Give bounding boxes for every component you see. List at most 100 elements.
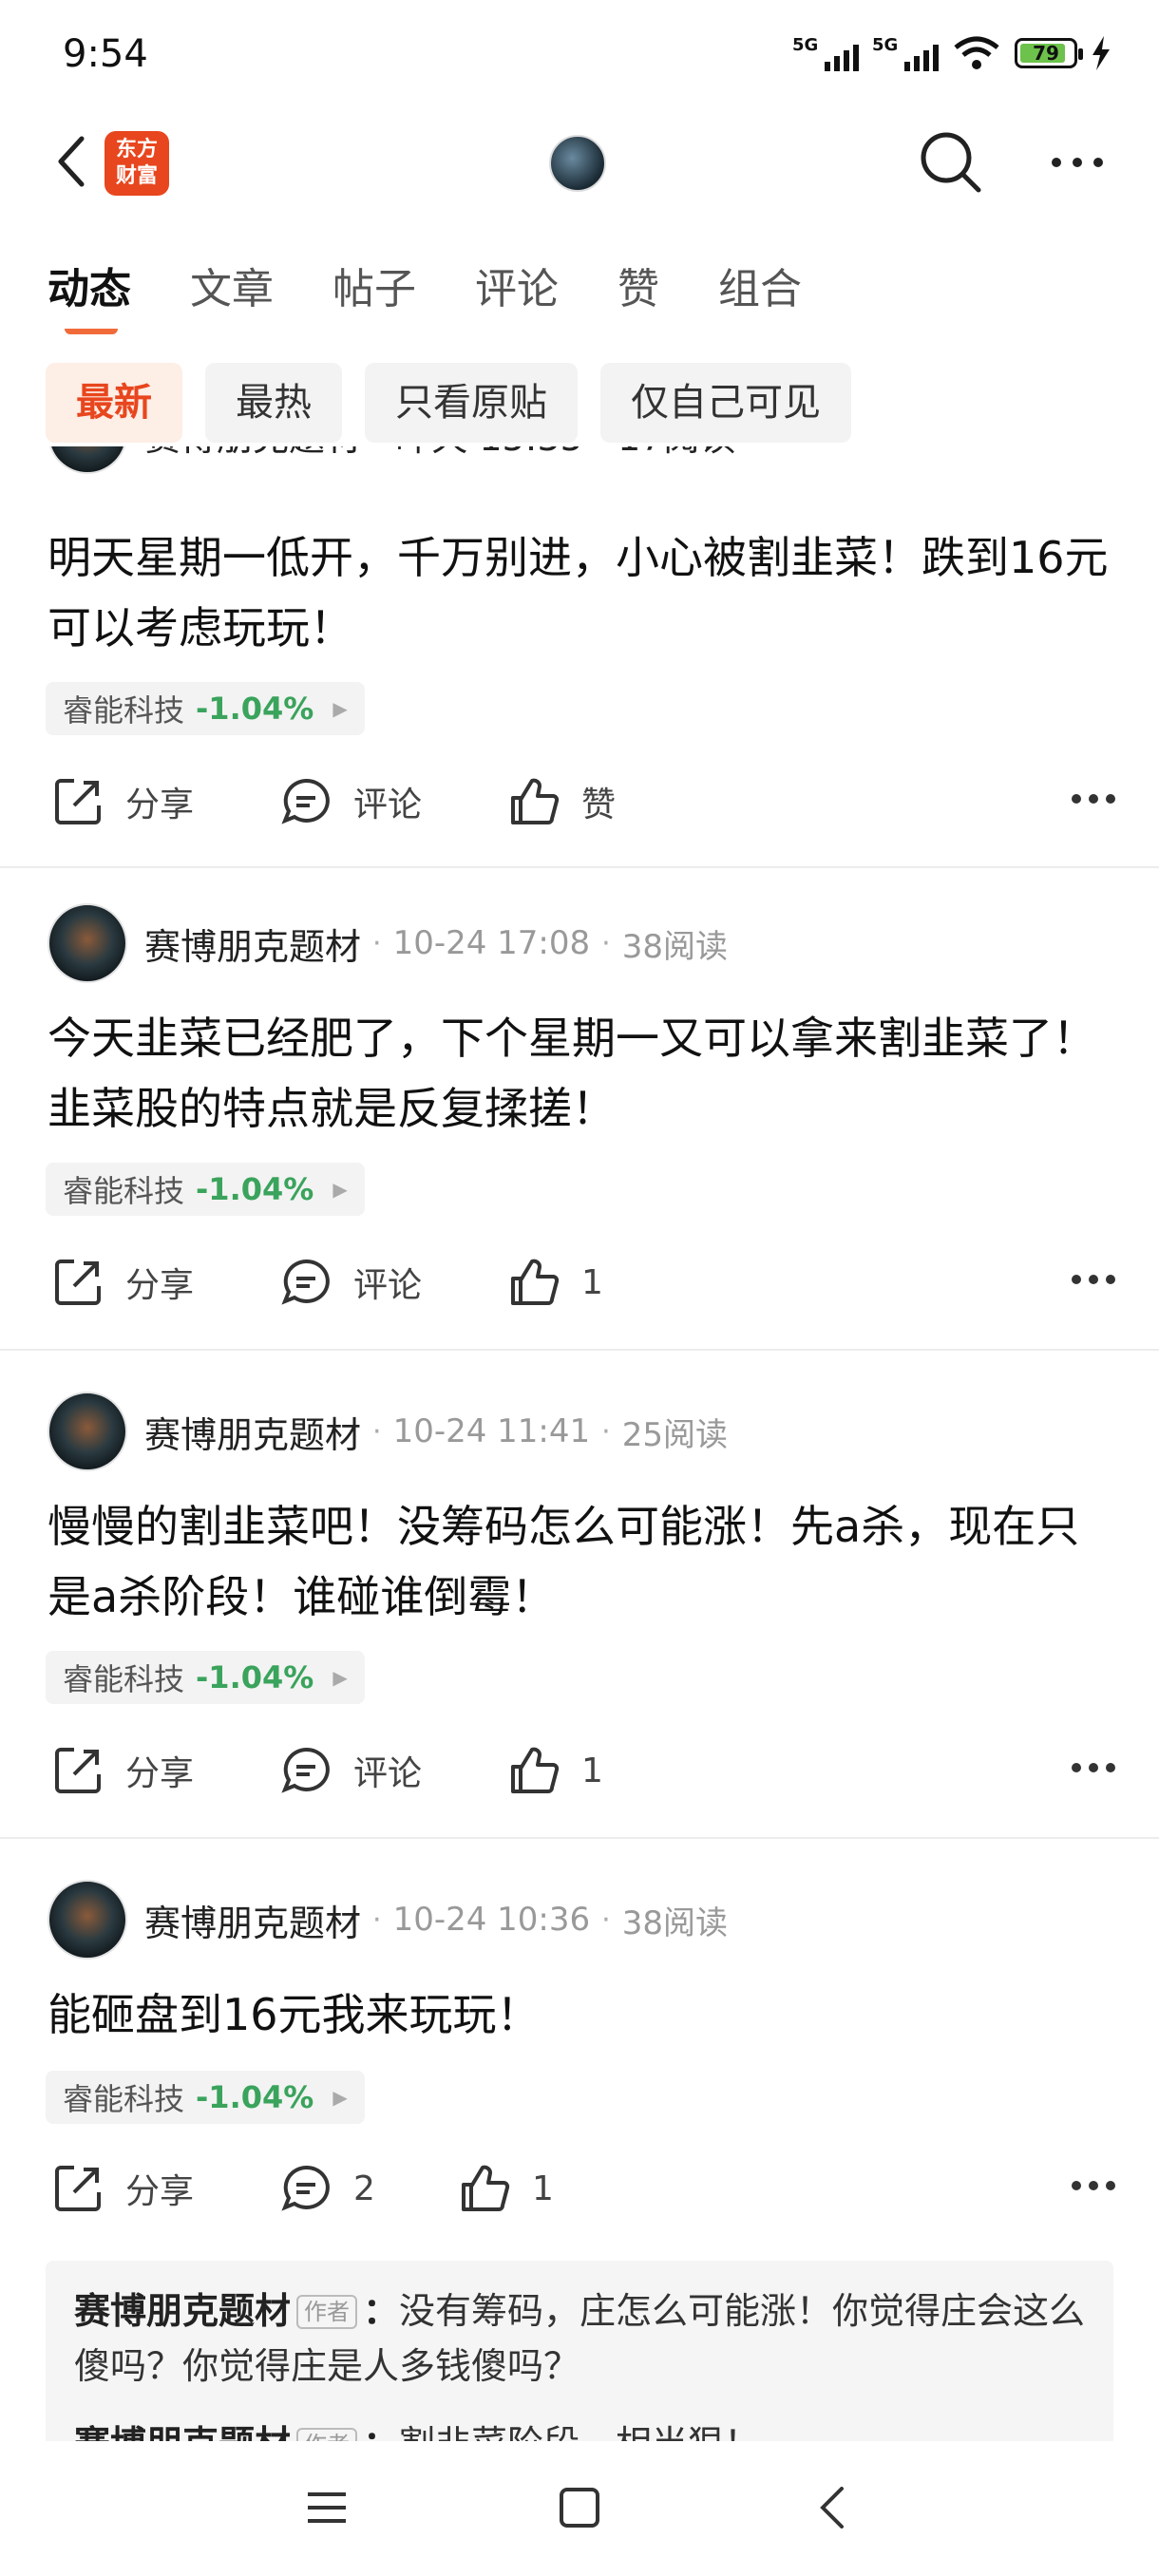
author-avatar[interactable] <box>48 1880 127 1960</box>
author-name[interactable]: 赛博朋克题材 <box>144 1406 361 1458</box>
like-button[interactable]: 1 <box>458 2162 554 2215</box>
user-avatar[interactable] <box>549 135 606 192</box>
reply-item[interactable]: 赛博朋克题材 作者 ：没有筹码，庄怎么可能涨！你觉得庄会这么傻吗？你觉得庄是人多钱傻… <box>74 2283 1091 2394</box>
battery-icon: 79 <box>1015 38 1083 68</box>
comment-button[interactable]: 2 <box>279 2162 375 2215</box>
comment-preview[interactable]: 赛博朋克题材 作者 ：没有筹码，庄怎么可能涨！你觉得庄会这么傻吗？你觉得庄是人多钱傻… <box>46 2261 1113 2451</box>
post-time: 10-24 17:08 <box>392 924 591 962</box>
recent-apps-icon[interactable] <box>306 2487 348 2529</box>
tab-articles[interactable]: 文章 <box>190 255 274 315</box>
share-button[interactable]: 分享 <box>51 775 194 828</box>
system-nav-bar <box>0 2441 1159 2576</box>
share-icon <box>55 1748 101 1793</box>
filter-original-only[interactable]: 只看原贴 <box>365 363 578 443</box>
author-tag: 作者 <box>296 2295 358 2329</box>
caret-right-icon: ▶ <box>332 2086 348 2109</box>
filter-latest[interactable]: 最新 <box>46 363 182 443</box>
more-options-icon[interactable] <box>1049 139 1106 186</box>
back-nav-icon[interactable] <box>813 2487 855 2529</box>
post-actions: 分享 2 1 <box>51 2162 1115 2228</box>
thumbs-up-icon <box>462 2165 510 2211</box>
stock-tag[interactable]: 睿能科技 -1.04% ▶ <box>46 2071 365 2124</box>
home-icon[interactable] <box>559 2487 600 2529</box>
tab-dynamic[interactable]: 动态 <box>48 255 131 334</box>
comment-button[interactable]: 评论 <box>279 1256 422 1309</box>
thumbs-up-icon <box>511 1747 560 1793</box>
comment-button[interactable]: 评论 <box>279 775 422 828</box>
author-name[interactable]: 赛博朋克题材 <box>144 918 361 970</box>
divider <box>0 1837 1159 1839</box>
post-time: 10-24 11:41 <box>392 1412 591 1450</box>
more-options-icon[interactable] <box>1072 1761 1115 1774</box>
stock-tag[interactable]: 睿能科技 -1.04% ▶ <box>46 682 365 735</box>
wifi-icon <box>954 36 999 69</box>
search-icon[interactable] <box>918 129 984 196</box>
like-button[interactable]: 1 <box>507 1256 603 1309</box>
filter-private[interactable]: 仅自己可见 <box>600 363 851 443</box>
content-tabs: 动态 文章 帖子 评论 赞 组合 <box>48 255 802 334</box>
post-meta: 赛博朋克题材 · 10-24 11:41 · 25阅读 <box>48 1391 728 1472</box>
tab-posts[interactable]: 帖子 <box>332 255 416 315</box>
stock-change: -1.04% <box>196 2079 314 2115</box>
author-avatar[interactable] <box>48 1392 127 1471</box>
share-icon <box>55 2166 101 2211</box>
post-content[interactable]: 今天韭菜已经肥了，下个星期一又可以拿来割韭菜了！韭菜股的特点就是反复揉搓！ <box>48 1003 1121 1144</box>
comment-icon <box>281 2165 330 2211</box>
comment-icon <box>281 1747 330 1793</box>
comment-icon <box>281 778 330 824</box>
more-options-icon[interactable] <box>1072 2179 1115 2192</box>
stock-name: 睿能科技 <box>63 1173 185 1209</box>
author-avatar[interactable] <box>48 446 127 474</box>
post-reads: 38阅读 <box>621 1904 728 1942</box>
stock-tag[interactable]: 睿能科技 -1.04% ▶ <box>46 1651 365 1704</box>
stock-name: 睿能科技 <box>63 2081 185 2117</box>
post-meta: 赛博朋克题材 · 10-24 10:36 · 38阅读 <box>48 1879 728 1960</box>
comment-icon <box>281 1259 330 1305</box>
filter-chips: 最新 最热 只看原贴 仅自己可见 <box>46 363 851 443</box>
post-content[interactable]: 慢慢的割韭菜吧！没筹码怎么可能涨！先a杀，现在只是a杀阶段！谁碰谁倒霉！ <box>48 1491 1121 1632</box>
tab-comments[interactable]: 评论 <box>475 255 559 315</box>
divider <box>0 1349 1159 1351</box>
caret-right-icon: ▶ <box>332 1178 348 1201</box>
app-logo: 东方 财富 <box>104 131 169 196</box>
share-button[interactable]: 分享 <box>51 2162 194 2215</box>
thumbs-up-icon <box>511 778 560 824</box>
post-reads: 25阅读 <box>621 1415 728 1454</box>
post-meta-partial: 赛博朋克题材 · 昨天 15:35 · 17阅读 <box>144 446 735 461</box>
post-actions: 分享 评论 1 <box>51 1744 1115 1810</box>
share-button[interactable]: 分享 <box>51 1744 194 1797</box>
post-time: 10-24 10:36 <box>392 1901 591 1939</box>
tab-portfolio[interactable]: 组合 <box>718 255 802 315</box>
tab-likes[interactable]: 赞 <box>618 255 659 315</box>
post-reads: 38阅读 <box>621 927 728 966</box>
filter-hottest[interactable]: 最热 <box>205 363 342 443</box>
post-actions: 分享 评论 1 <box>51 1256 1115 1322</box>
more-options-icon[interactable] <box>1072 1273 1115 1286</box>
post-actions: 分享 评论 赞 <box>51 775 1115 842</box>
stock-name: 睿能科技 <box>63 692 185 729</box>
caret-right-icon: ▶ <box>332 1666 348 1689</box>
stock-name: 睿能科技 <box>63 1661 185 1697</box>
more-options-icon[interactable] <box>1072 792 1115 805</box>
caret-right-icon: ▶ <box>332 697 348 720</box>
cellular-signal-icon: 5G <box>792 35 859 71</box>
stock-change: -1.04% <box>196 1659 314 1695</box>
like-button[interactable]: 赞 <box>507 775 616 828</box>
like-button[interactable]: 1 <box>507 1744 603 1797</box>
top-app-bar: 东方 财富 <box>0 104 1159 218</box>
comment-button[interactable]: 评论 <box>279 1744 422 1797</box>
author-name[interactable]: 赛博朋克题材 <box>144 1894 361 1946</box>
post-meta: 赛博朋克题材 · 10-24 17:08 · 38阅读 <box>48 902 728 984</box>
back-arrow-icon[interactable] <box>46 133 103 190</box>
status-icons: 5G 5G 79 <box>792 34 1112 72</box>
post-content[interactable]: 能砸盘到16元我来玩玩！ <box>48 1979 1121 2050</box>
post-content[interactable]: 明天星期一低开，千万别进，小心被割韭菜！跌到16元可以考虑玩玩！ <box>48 522 1121 663</box>
author-avatar[interactable] <box>48 903 127 983</box>
share-icon <box>55 1260 101 1305</box>
share-button[interactable]: 分享 <box>51 1256 194 1309</box>
stock-tag[interactable]: 睿能科技 -1.04% ▶ <box>46 1163 365 1216</box>
post-meta: 赛博朋克题材 · 昨天 15:35 · 17阅读 <box>48 446 735 475</box>
feed-list: 赛博朋克题材 · 昨天 15:35 · 17阅读 明天星期一低开，千万别进，小心… <box>0 446 1159 2441</box>
charging-icon <box>1092 36 1110 70</box>
reply-author: 赛博朋克题材 <box>74 2290 292 2332</box>
